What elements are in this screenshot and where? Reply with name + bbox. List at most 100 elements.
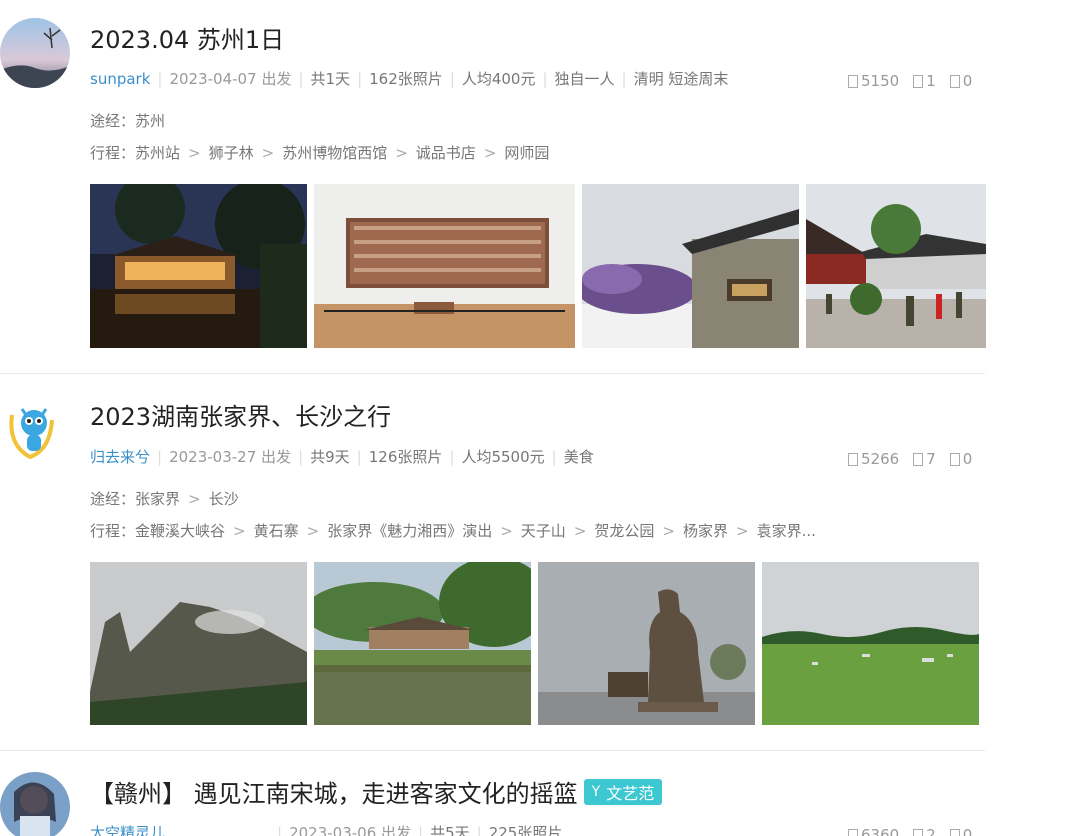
likes-icon [913,828,924,836]
post-meta: 归去来兮 | 2023-03-27 出发 | 共9天 | 126张照片 | 人均… [90,446,594,467]
post-stats: 5150 1 0 [848,72,986,90]
post-card: 【赣州】 遇见江南宋城，走进客家文化的摇篮 Y 文艺范 太空精灵儿 | 2023-… [0,752,1080,836]
route-item[interactable]: 苏州站 [135,144,180,162]
author-link[interactable]: sunpark [90,70,150,88]
post-photo[interactable] [90,184,307,348]
post-stats: 5266 7 0 [848,450,986,468]
days: 共9天 [310,448,350,466]
likes-icon [913,452,924,466]
views-icon [848,74,858,88]
comments-icon [949,452,960,466]
separator: | [157,447,163,466]
route-arrow-icon: > [573,522,587,540]
photo-count: 126张照片 [368,448,443,466]
post-photo[interactable] [538,562,755,725]
route-arrow-icon: > [188,490,201,508]
separator: | [449,69,455,88]
separator: | [449,447,455,466]
route-arrow-icon: > [306,522,320,540]
cost: 人均400元 [461,70,536,88]
category-badge[interactable]: Y 文艺范 [583,778,663,805]
post-photo[interactable] [806,184,986,348]
author-link[interactable]: 归去来兮 [90,446,150,467]
tags: 清明 短途周末 [633,70,729,88]
post-photo[interactable] [762,562,979,725]
comments-stat[interactable]: 0 [949,450,972,468]
separator: | [542,69,548,88]
post-card: 2023.04 苏州1日 sunpark | 2023-04-07 出发 | 共… [0,0,1080,375]
post-photo[interactable] [314,562,531,725]
route-arrow-icon: > [483,144,497,162]
route-item[interactable]: 贺龙公园 [594,522,654,540]
route-line: 行程：金鞭溪大峡谷 > 黄石寨 > 张家界《魅力湘西》演出 > 天子山 > 贺龙公园 > 杨家界 > 袁… [90,522,816,540]
likes-stat[interactable]: 2 [913,826,936,836]
days: 共5天 [430,824,470,836]
route-item[interactable]: 金鞭溪大峡谷 [135,522,225,540]
post-card: 2023湖南张家界、长沙之行 归去来兮 | 2023-03-27 出发 | 共9… [0,375,1080,752]
views-stat: 5150 [848,72,899,90]
date: 2023-03-27 出发 [169,448,292,466]
route-item[interactable]: 网师园 [504,144,549,162]
via-item[interactable]: 张家界 [135,490,180,508]
route-arrow-icon: > [500,522,513,540]
route-arrow-icon: > [188,144,201,162]
views-stat: 5266 [848,450,899,468]
route-item[interactable]: 诚品书店 [416,144,476,162]
divider [0,750,985,751]
post-title[interactable]: 2023湖南张家界、长沙之行 [90,397,391,432]
tags: 美食 [563,448,594,466]
route-arrow-icon: > [395,144,408,162]
route-arrow-icon: > [736,522,749,540]
days: 共1天 [310,70,351,88]
route-item[interactable]: 杨家界 [683,522,728,540]
author-link[interactable]: 太空精灵儿 [90,822,270,836]
via-line: 途经：苏州 [90,112,166,130]
post-photo[interactable] [90,562,307,725]
separator: | [418,823,424,836]
date: 2023-03-06 出发 [289,824,412,836]
avatar[interactable] [0,18,70,88]
photo-count: 225张照片 [488,824,563,836]
route-item[interactable]: 天子山 [521,522,566,540]
route-item[interactable]: 黄石寨 [254,522,299,540]
avatar[interactable] [0,772,70,836]
likes-stat[interactable]: 1 [913,72,936,90]
separator: | [298,69,304,88]
comments-stat[interactable]: 0 [949,72,972,90]
photo-count: 162张照片 [369,70,443,88]
post-meta: 太空精灵儿 | 2023-03-06 出发 | 共5天 | 225张照片 [90,822,562,836]
via-line: 途经：张家界 > 长沙 [90,490,239,508]
route-item[interactable]: 袁家界... [757,522,816,540]
post-photo[interactable] [314,184,575,348]
comments-icon [949,828,960,836]
separator: | [157,69,163,88]
route-arrow-icon: > [662,522,675,540]
comments-icon [949,74,960,88]
views-icon [848,828,858,836]
avatar[interactable] [0,395,70,465]
views-icon [848,452,858,466]
separator: | [476,823,482,836]
route-item[interactable]: 苏州博物馆西馆 [282,144,387,162]
likes-stat[interactable]: 7 [913,450,936,468]
cost: 人均5500元 [461,448,545,466]
separator: | [356,447,362,466]
post-title[interactable]: 【赣州】 遇见江南宋城，走进客家文化的摇篮 Y 文艺范 [90,774,663,809]
route-arrow-icon: > [261,144,275,162]
separator: | [621,69,627,88]
post-photo[interactable] [582,184,799,348]
route-line: 行程：苏州站 > 狮子林 > 苏州博物馆西馆 > 诚品书店 > 网师园 [90,144,550,162]
route-arrow-icon: > [233,522,246,540]
post-stats: 6360 2 0 [848,826,986,836]
separator: | [357,69,363,88]
via-item[interactable]: 苏州 [135,112,165,130]
route-item[interactable]: 狮子林 [209,144,254,162]
comments-stat[interactable]: 0 [949,826,972,836]
date: 2023-04-07 出发 [169,70,292,88]
via-item[interactable]: 长沙 [209,490,239,508]
post-title[interactable]: 2023.04 苏州1日 [90,20,284,55]
separator: | [298,447,304,466]
route-item[interactable]: 张家界《魅力湘西》演出 [327,522,492,540]
post-meta: sunpark | 2023-04-07 出发 | 共1天 | 162张照片 |… [90,68,728,89]
divider [0,373,985,374]
